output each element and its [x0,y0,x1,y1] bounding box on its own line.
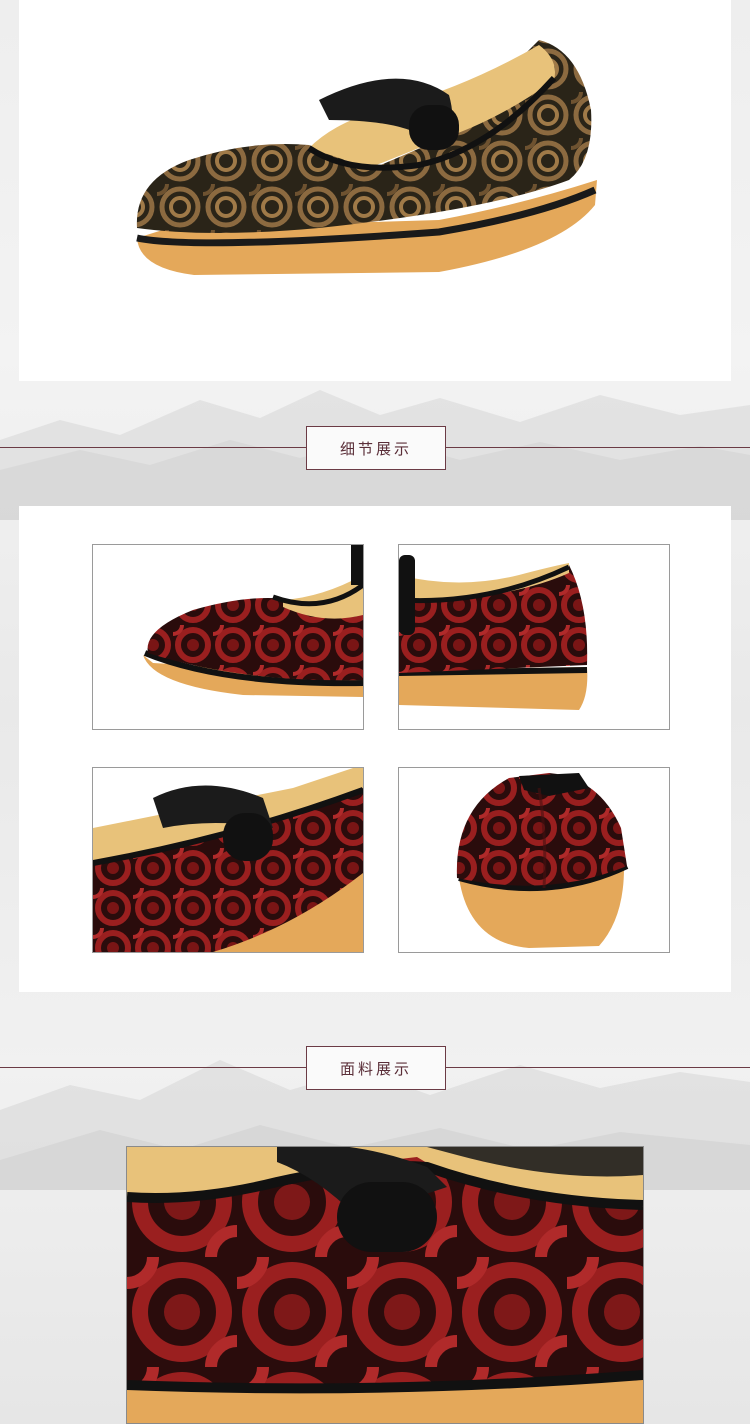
detail-image-back [398,767,670,953]
section-title-fabric: 面料展示 [306,1046,446,1090]
detail-image-heel [398,544,670,730]
divider-right [446,1067,750,1068]
detail-section-header: 细节展示 [0,426,750,470]
divider-left [0,447,306,448]
fabric-closeup-image [126,1146,644,1424]
divider-right [446,447,750,448]
detail-image-strap [92,767,364,953]
hero-shoe-image [136,40,597,275]
divider-left [0,1067,306,1068]
detail-image-toe [92,544,364,730]
hero-product-panel [19,0,731,381]
detail-panel [19,506,731,992]
section-title-detail: 细节展示 [306,426,446,470]
fabric-section-header: 面料展示 [0,1046,750,1090]
